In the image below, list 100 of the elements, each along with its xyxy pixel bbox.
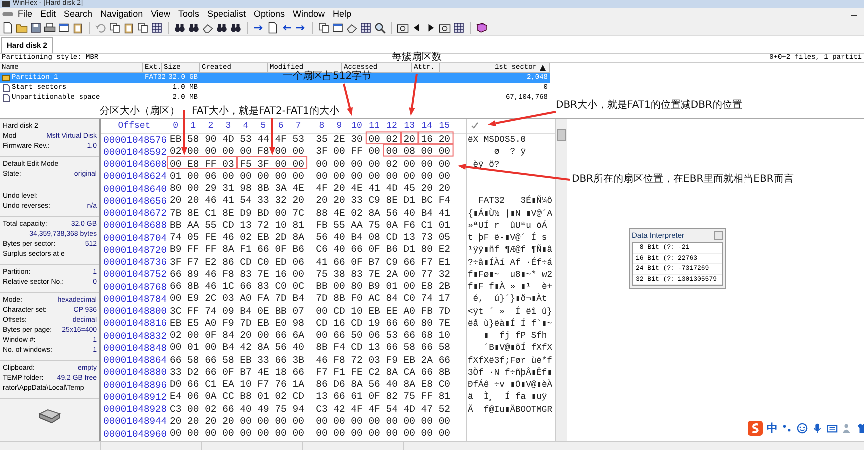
hex-byte: 00	[240, 416, 252, 427]
grid-icon[interactable]	[360, 22, 372, 34]
window-icon[interactable]	[332, 22, 344, 34]
hex-byte: FF	[421, 392, 433, 402]
hex-byte: 2B	[438, 282, 450, 292]
copy-icon[interactable]	[318, 22, 330, 34]
microphone-icon[interactable]	[812, 423, 823, 434]
hex-byte: FF	[188, 306, 200, 317]
menu-item[interactable]: Options	[250, 8, 290, 20]
hex-byte: 00	[222, 172, 234, 182]
hex-byte: 03	[368, 356, 380, 366]
window-icon[interactable]	[58, 22, 70, 34]
hex-byte: 20	[188, 416, 200, 427]
hex-byte: 58	[188, 135, 200, 146]
hex-byte: 46	[316, 356, 328, 366]
vertical-scrollbar[interactable]	[555, 119, 567, 441]
hex-byte: 00	[170, 429, 182, 440]
menu-item[interactable]: Navigation	[96, 8, 148, 20]
binoculars-icon[interactable]	[216, 22, 228, 34]
copy-icon[interactable]	[137, 22, 149, 34]
smiley-icon[interactable]	[797, 423, 808, 434]
camera-icon[interactable]	[397, 22, 409, 34]
hex-byte: C3	[170, 404, 182, 415]
hex-byte: F8	[258, 147, 270, 158]
offset-cell: 00001048640	[104, 184, 167, 195]
hex-byte: 02	[170, 147, 182, 158]
column-header: 15	[438, 121, 450, 131]
hex-byte: 4E	[351, 184, 363, 194]
hex-byte: A0	[404, 306, 416, 317]
offset-cell: 00001048928	[104, 404, 167, 416]
menu-item[interactable]: Search	[60, 8, 97, 20]
binoculars-icon[interactable]	[188, 22, 200, 34]
menu-item[interactable]: View	[147, 8, 174, 20]
hex-byte: B8	[240, 392, 252, 402]
check-icon[interactable]	[470, 122, 480, 130]
column-header: 1	[190, 121, 198, 131]
hex-byte: 00	[170, 160, 182, 170]
menu-item[interactable]: Help	[329, 8, 356, 20]
hex-byte: 02	[170, 331, 182, 342]
hex-byte: E2	[438, 245, 450, 256]
offset-cell: 00001048848	[104, 342, 167, 354]
magnifier-icon[interactable]	[374, 22, 386, 34]
grid-icon[interactable]	[151, 22, 163, 34]
clipboard-icon[interactable]	[72, 22, 84, 34]
grid-icon[interactable]	[453, 22, 465, 34]
hex-byte: 41	[222, 196, 234, 206]
hex-byte: 66	[386, 343, 398, 354]
hex-byte: 20	[222, 416, 234, 427]
hex-byte: E0	[275, 318, 287, 329]
hex-byte: 7E	[258, 270, 270, 280]
hex-byte: E8	[421, 380, 433, 390]
input-mode[interactable]: 中	[767, 421, 778, 436]
hex-byte: 00	[351, 172, 363, 182]
text-cell-text: ▮ fj fP Sfh	[482, 331, 548, 342]
menu-item[interactable]: Specialist	[203, 8, 250, 20]
keyboard-icon[interactable]	[827, 423, 838, 434]
hex-byte: FA	[258, 294, 270, 304]
offset-cell: 00001048656	[104, 196, 167, 207]
hex-byte: B4	[222, 343, 234, 354]
hex-byte: 40	[292, 343, 304, 354]
hex-byte: 66	[421, 343, 433, 354]
menu-item[interactable]: File	[14, 8, 37, 20]
hex-byte: C0	[275, 282, 287, 292]
binoculars-icon[interactable]	[174, 22, 186, 34]
copy-icon[interactable]	[109, 22, 121, 34]
hex-byte: 74	[421, 294, 433, 304]
hex-byte: EE	[386, 306, 398, 317]
hex-byte: C0	[404, 294, 416, 304]
hex-byte: 81	[438, 392, 450, 402]
printer-icon[interactable]	[44, 22, 56, 34]
hex-byte: CD	[240, 258, 252, 268]
hex-byte: 66	[170, 356, 182, 366]
hex-byte: 8A	[368, 208, 380, 219]
menu-item[interactable]: Tools	[174, 8, 204, 20]
hex-byte: 8E	[222, 208, 234, 219]
offset-cell: 00001048880	[104, 367, 167, 378]
camera-icon[interactable]	[439, 22, 451, 34]
hex-byte: 54	[386, 404, 398, 415]
hex-byte: 00	[188, 147, 200, 158]
hex-byte: D1	[404, 245, 416, 256]
clipboard-icon[interactable]	[123, 22, 135, 34]
binoculars-icon[interactable]	[230, 22, 242, 34]
hex-byte: 4E	[334, 208, 346, 219]
menu-item[interactable]: Window	[289, 8, 330, 20]
hex-byte: 7D	[438, 306, 450, 317]
hex-byte: FB	[421, 306, 433, 317]
hex-byte: 00	[368, 429, 380, 440]
hex-byte: 00	[404, 160, 416, 170]
hex-byte: 06	[368, 331, 380, 342]
hex-byte: 00	[368, 416, 380, 427]
logo-icon[interactable]	[748, 421, 763, 436]
punctuation-icon[interactable]	[782, 423, 793, 434]
hex-byte: 80	[170, 184, 182, 194]
hex-byte: EB	[170, 135, 182, 146]
hex-byte: 00	[421, 147, 433, 158]
hex-byte: 00	[258, 172, 270, 182]
hex-byte: 00	[368, 172, 380, 182]
menu-item[interactable]: Edit	[36, 8, 60, 20]
hex-byte: 8A	[258, 343, 270, 354]
hex-byte: 00	[404, 429, 416, 440]
